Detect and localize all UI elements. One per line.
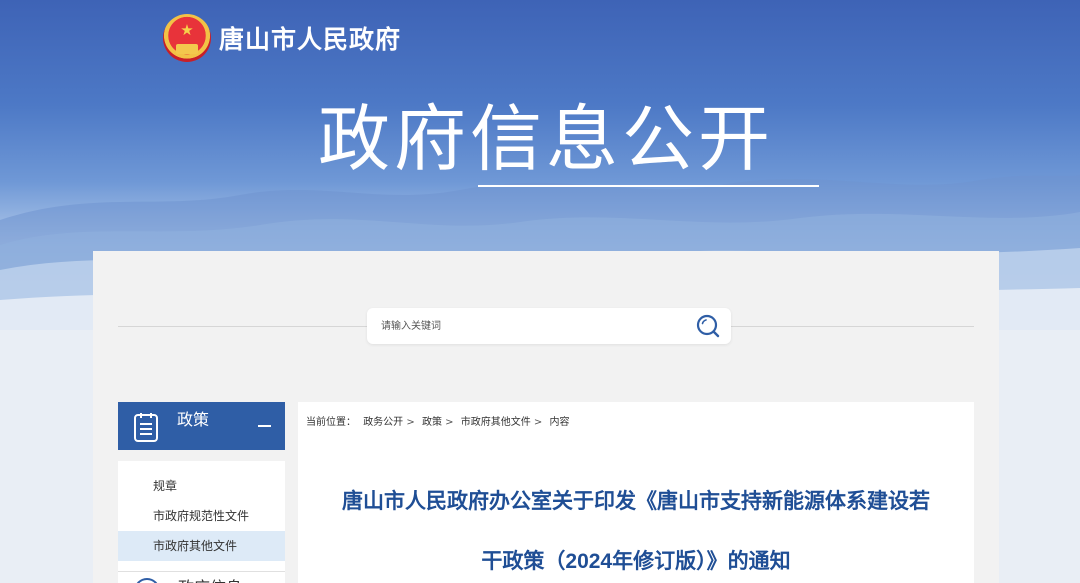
article-title: 唐山市人民政府办公室关于印发《唐山市支持新能源体系建设若 干政策（2024年修订… <box>298 472 974 583</box>
sidebar-section-policy[interactable]: 政策 <box>118 402 285 450</box>
site-name: 唐山市人民政府 <box>219 26 402 54</box>
article-title-line: 干政策（2024年修订版）》的通知 <box>481 550 791 573</box>
sidebar-item-other-documents[interactable]: 市政府其他文件 <box>118 531 285 561</box>
hero-title: 政府信息公开 <box>318 100 775 180</box>
search-input[interactable] <box>381 316 681 336</box>
main-panel: 政策 规章 市政府规范性文件 市政府其他文件 政府信息 当前位置： 政务公开 >… <box>93 251 999 583</box>
breadcrumb-link[interactable]: 政策 <box>422 417 442 428</box>
breadcrumb-prefix: 当前位置： <box>306 417 356 428</box>
sidebar-menu: 规章 市政府规范性文件 市政府其他文件 <box>118 461 285 573</box>
breadcrumb-current: 内容 <box>549 417 570 428</box>
breadcrumb-link[interactable]: 市政府其他文件 <box>461 417 531 428</box>
minus-icon[interactable] <box>258 425 271 427</box>
search-bar <box>367 308 731 344</box>
article-content: 当前位置： 政务公开 > 政策 > 市政府其他文件 > 内容 唐山市人民政府办公… <box>298 402 974 583</box>
breadcrumb-separator: > <box>533 417 543 428</box>
article-title-line: 唐山市人民政府办公室关于印发《唐山市支持新能源体系建设若 <box>342 490 930 513</box>
breadcrumb: 当前位置： 政务公开 > 政策 > 市政府其他文件 > 内容 <box>306 413 573 428</box>
sidebar-section-title: 政策 <box>177 410 210 429</box>
info-icon <box>134 578 160 583</box>
breadcrumb-link[interactable]: 政务公开 <box>363 417 403 428</box>
sidebar-item-regulations[interactable]: 规章 <box>118 471 285 501</box>
breadcrumb-separator: > <box>406 417 415 428</box>
sidebar-section-gov-info[interactable]: 政府信息 <box>118 571 285 583</box>
sidebar-item-normative-documents[interactable]: 市政府规范性文件 <box>118 501 285 531</box>
national-emblem-icon <box>163 14 211 62</box>
sidebar-section-title: 政府信息 <box>178 574 242 583</box>
search-icon[interactable] <box>695 313 721 339</box>
breadcrumb-separator: > <box>445 417 454 428</box>
hero-title-underline <box>478 185 819 187</box>
document-icon <box>134 413 158 442</box>
site-brand[interactable]: 唐山市人民政府 <box>163 12 401 64</box>
